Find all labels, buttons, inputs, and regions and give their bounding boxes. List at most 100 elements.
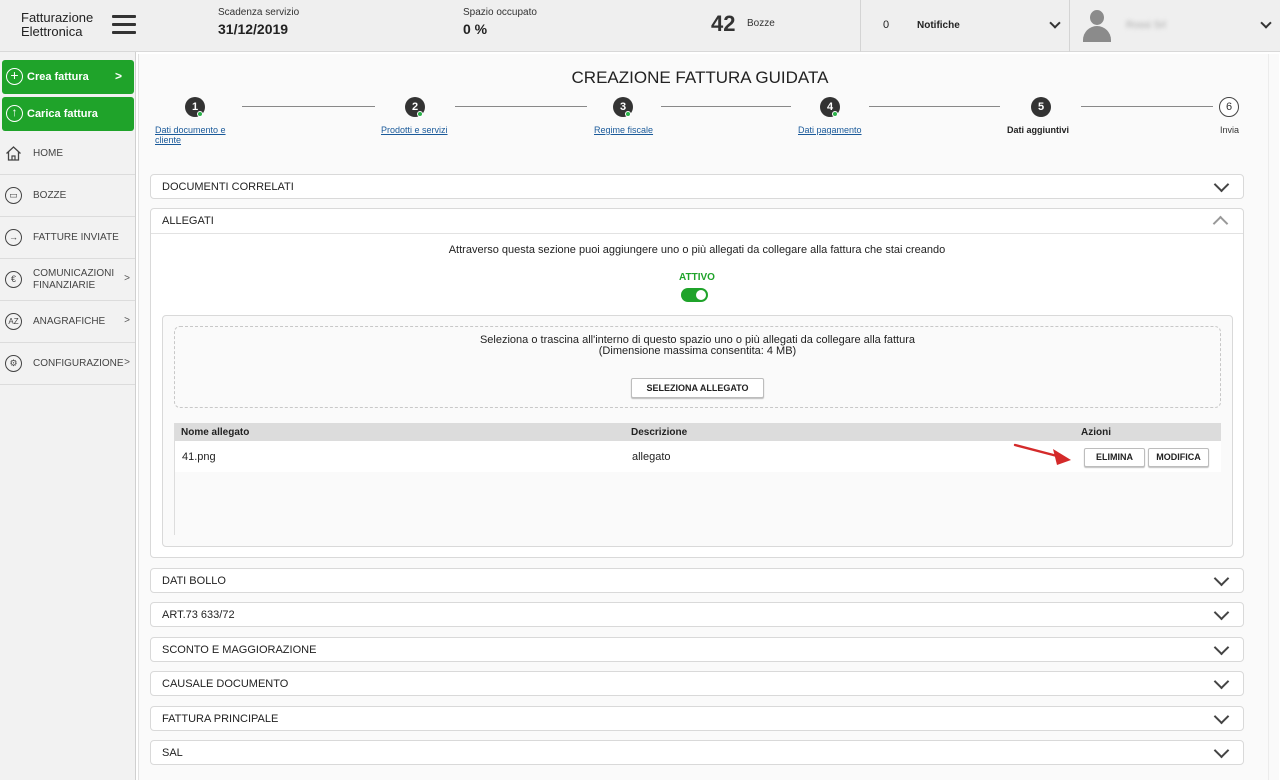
step-4-link[interactable]: Dati pagamento (798, 125, 862, 135)
carica-fattura-button[interactable]: ↑ Carica fattura (2, 97, 134, 131)
notifications-label: Notifiche (917, 20, 960, 31)
step-6-label: Invia (1220, 125, 1240, 135)
allegati-status: ATTIVO (679, 272, 715, 283)
chevron-right-icon: > (114, 69, 122, 83)
table-header: Nome allegato Descrizione Azioni (175, 423, 1221, 441)
notifications-count: 0 (883, 19, 890, 31)
chevron-right-icon: > (124, 315, 130, 326)
check-icon (417, 111, 423, 117)
column-header: Azioni (1081, 427, 1111, 438)
chevron-down-icon (1213, 708, 1230, 725)
allegati-container: Seleziona o trascina all'interno di ques… (162, 315, 1233, 547)
seleziona-allegato-button[interactable]: SELEZIONA ALLEGATO (631, 378, 764, 398)
allegati-description: Attraverso questa sezione puoi aggiunger… (448, 244, 946, 256)
annotation-arrow-icon (1013, 443, 1071, 465)
logo-line2: Elettronica (21, 24, 83, 39)
sidebar-item-comunicazioni-finanziarie[interactable]: € COMUNICAZIONI FINANZIARIE > (0, 259, 135, 301)
step-3-link[interactable]: Regime fiscale (594, 125, 653, 135)
hamburger-menu-icon[interactable] (112, 15, 136, 35)
attachment-description: allegato (632, 451, 671, 463)
bozze-count[interactable]: 42 (711, 11, 735, 37)
step-1-link[interactable]: Dati documento e cliente (155, 125, 226, 145)
gear-icon: ⚙ (5, 355, 22, 372)
sidebar-item-fatture-inviate[interactable]: → FATTURE INVIATE (0, 217, 135, 259)
panel-title: DOCUMENTI CORRELATI (162, 181, 294, 193)
panel-art73[interactable]: ART.73 633/72 (150, 602, 1244, 627)
spazio-value: 0 % (463, 21, 488, 37)
chevron-down-icon (1049, 17, 1061, 29)
avatar-icon (1082, 10, 1112, 42)
sidebar-item-label: CONFIGURAZIONE (33, 358, 124, 369)
step-2-link[interactable]: Prodotti e servizi (381, 125, 448, 135)
chevron-down-icon (1213, 639, 1230, 656)
drafts-icon: ▭ (5, 187, 22, 204)
notifications-dropdown[interactable]: 0 Notifiche (860, 0, 1070, 52)
stepper-line (661, 106, 791, 107)
user-menu[interactable]: Rossi Srl (1070, 0, 1280, 52)
stepper-line (455, 106, 587, 107)
step-6-circle[interactable]: 6 (1219, 97, 1239, 117)
page-title: CREAZIONE FATTURA GUIDATA (571, 68, 829, 87)
sidebar-item-label: HOME (33, 148, 63, 159)
crea-fattura-button[interactable]: + Crea fattura > (2, 60, 134, 94)
chevron-down-icon (1213, 673, 1230, 690)
home-icon (5, 145, 22, 162)
panel-fattura-principale[interactable]: FATTURA PRINCIPALE (150, 706, 1244, 731)
sidebar: + Crea fattura > ↑ Carica fattura HOME ▭… (0, 52, 136, 780)
modifica-button[interactable]: MODIFICA (1148, 448, 1209, 467)
sidebar-item-label: FINANZIARIE (33, 280, 96, 291)
bozze-label: Bozze (747, 18, 775, 29)
panel-title: FATTURA PRINCIPALE (162, 713, 279, 725)
sidebar-item-anagrafiche[interactable]: AZ ANAGRAFICHE > (0, 301, 135, 343)
logo-line1: Fatturazione (21, 10, 94, 25)
sidebar-item-label: FATTURE INVIATE (33, 232, 119, 243)
coin-icon: € (5, 271, 22, 288)
panel-causale-documento[interactable]: CAUSALE DOCUMENTO (150, 671, 1244, 696)
column-header: Nome allegato (181, 427, 250, 438)
panel-dati-bollo[interactable]: DATI BOLLO (150, 568, 1244, 593)
sidebar-item-home[interactable]: HOME (0, 133, 135, 175)
main-content: CREAZIONE FATTURA GUIDATA 1 Dati documen… (138, 54, 1279, 780)
carica-fattura-label: Carica fattura (27, 108, 98, 120)
stepper-line (1081, 106, 1213, 107)
check-icon (832, 111, 838, 117)
panel-sal[interactable]: SAL (150, 740, 1244, 765)
panel-title: ALLEGATI (162, 215, 214, 227)
app-logo[interactable]: Fatturazione Elettronica (21, 11, 93, 39)
chevron-down-icon (1213, 176, 1230, 193)
panel-title: DATI BOLLO (162, 575, 226, 587)
az-icon: AZ (5, 313, 22, 330)
upload-circle-icon: ↑ (6, 105, 23, 122)
chevron-right-icon: > (124, 357, 130, 368)
chevron-down-icon (1213, 570, 1230, 587)
attachment-name: 41.png (182, 451, 216, 463)
panel-sconto-maggiorazione[interactable]: SCONTO E MAGGIORAZIONE (150, 637, 1244, 662)
panel-title: CAUSALE DOCUMENTO (162, 678, 289, 690)
plus-circle-icon: + (6, 68, 23, 85)
panel-title: SAL (162, 747, 183, 759)
chevron-right-icon: > (124, 273, 130, 284)
sidebar-item-bozze[interactable]: ▭ BOZZE (0, 175, 135, 217)
step-label-line: cliente (155, 135, 182, 145)
elimina-button[interactable]: ELIMINA (1084, 448, 1145, 467)
chevron-down-icon (1260, 17, 1272, 29)
panel-title: ART.73 633/72 (162, 609, 235, 621)
file-dropzone[interactable]: Seleziona o trascina all'interno di ques… (174, 326, 1221, 408)
sidebar-item-configurazione[interactable]: ⚙ CONFIGURAZIONE > (0, 343, 135, 385)
panel-allegati-header[interactable]: ALLEGATI (151, 209, 1243, 234)
step-label-line: Dati documento e (155, 125, 226, 135)
stepper-line (869, 106, 1000, 107)
chevron-up-icon (1212, 215, 1229, 232)
step-5-circle[interactable]: 5 (1031, 97, 1051, 117)
chevron-down-icon (1213, 742, 1230, 759)
spazio-label: Spazio occupato (463, 7, 537, 18)
sidebar-item-label: ANAGRAFICHE (33, 316, 106, 327)
arrow-right-circle-icon: → (5, 229, 22, 246)
allegati-toggle[interactable] (681, 288, 708, 302)
sidebar-item-label: COMUNICAZIONI (33, 268, 115, 279)
crea-fattura-label: Crea fattura (27, 71, 89, 83)
scrollbar[interactable] (1268, 54, 1279, 780)
check-icon (197, 111, 203, 117)
scadenza-value: 31/12/2019 (218, 21, 289, 37)
panel-documenti-correlati[interactable]: DOCUMENTI CORRELATI (150, 174, 1244, 199)
